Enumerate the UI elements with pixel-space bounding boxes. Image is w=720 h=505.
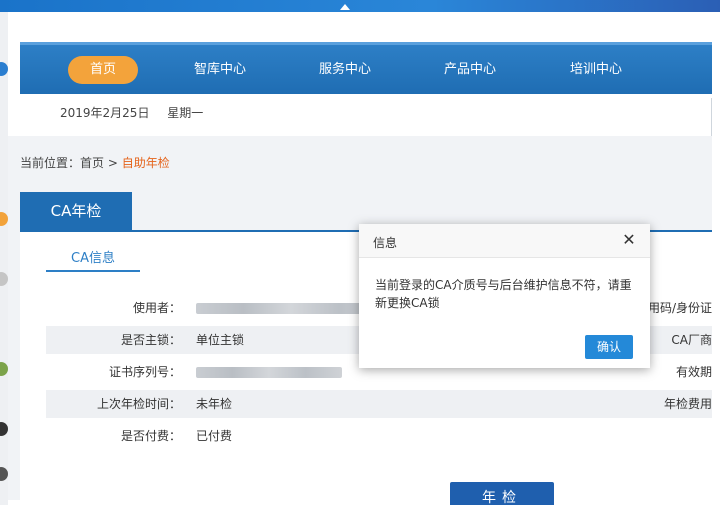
nav-item-service[interactable]: 服务中心 [305, 56, 385, 84]
dialog-message: 当前登录的CA介质号与后台维护信息不符，请重新更换CA锁 [375, 278, 632, 310]
field-row-last-check: 上次年检时间： 未年检 年检费用 [46, 390, 712, 418]
annual-check-button[interactable]: 年检 [450, 482, 554, 505]
main-nav: 首页 智库中心 服务中心 产品中心 培训中心 [20, 42, 712, 94]
app-circle-icon [0, 362, 8, 376]
browser-top-strip [0, 0, 720, 12]
nav-item-home[interactable]: 首页 [68, 56, 138, 84]
ca-vendor-label: CA厂商 [671, 333, 712, 347]
app-circle-icon [0, 212, 8, 226]
subtab-ca-info[interactable]: CA信息 [46, 246, 140, 272]
primary-lock-value: 单位主锁 [196, 333, 245, 347]
annual-fee-label: 年检费用 [663, 397, 712, 411]
user-right-label: 用码/身份证 [647, 301, 712, 315]
close-icon[interactable]: ✕ [620, 231, 638, 249]
validity-label: 有效期 [675, 365, 712, 379]
app-circle-icon [0, 272, 8, 286]
breadcrumb-separator: > [107, 156, 118, 170]
redacted-user-value [196, 303, 386, 314]
breadcrumb-current: 自助年检 [121, 156, 170, 170]
last-check-label: 上次年检时间： [96, 397, 181, 411]
breadcrumb-prefix: 当前位置： [20, 156, 81, 170]
info-dialog: 信息 ✕ 当前登录的CA介质号与后台维护信息不符，请重新更换CA锁 确认 [359, 224, 650, 368]
paid-value: 已付费 [196, 429, 233, 443]
breadcrumb: 当前位置：首页 > 自助年检 [20, 154, 170, 171]
caret-up-icon [340, 4, 350, 10]
breadcrumb-home[interactable]: 首页 [80, 156, 104, 170]
nav-item-products[interactable]: 产品中心 [430, 56, 510, 84]
app-circle-icon [0, 467, 8, 481]
serial-label: 证书序列号： [108, 365, 181, 379]
primary-lock-label: 是否主锁： [120, 333, 181, 347]
redacted-serial-value [196, 367, 342, 378]
user-label: 使用者： [132, 301, 181, 315]
tab-ca-annual-check[interactable]: CA年检 [20, 192, 132, 230]
nav-item-think-tank[interactable]: 智库中心 [180, 56, 260, 84]
paid-label: 是否付费： [120, 429, 181, 443]
current-date: 2019年2月25日 [60, 106, 150, 120]
background-window-edge [0, 12, 8, 505]
app-circle-icon [0, 422, 8, 436]
last-check-value: 未年检 [196, 397, 233, 411]
app-circle-icon [0, 62, 8, 76]
date-row: 2019年2月25日 星期一 [60, 104, 217, 121]
dialog-header: 信息 ✕ [359, 224, 650, 258]
dialog-title: 信息 [373, 236, 398, 250]
current-weekday: 星期一 [167, 106, 204, 120]
nav-item-training[interactable]: 培训中心 [556, 56, 636, 84]
confirm-button[interactable]: 确认 [585, 335, 633, 359]
field-row-paid: 是否付费： 已付费 [46, 422, 712, 450]
